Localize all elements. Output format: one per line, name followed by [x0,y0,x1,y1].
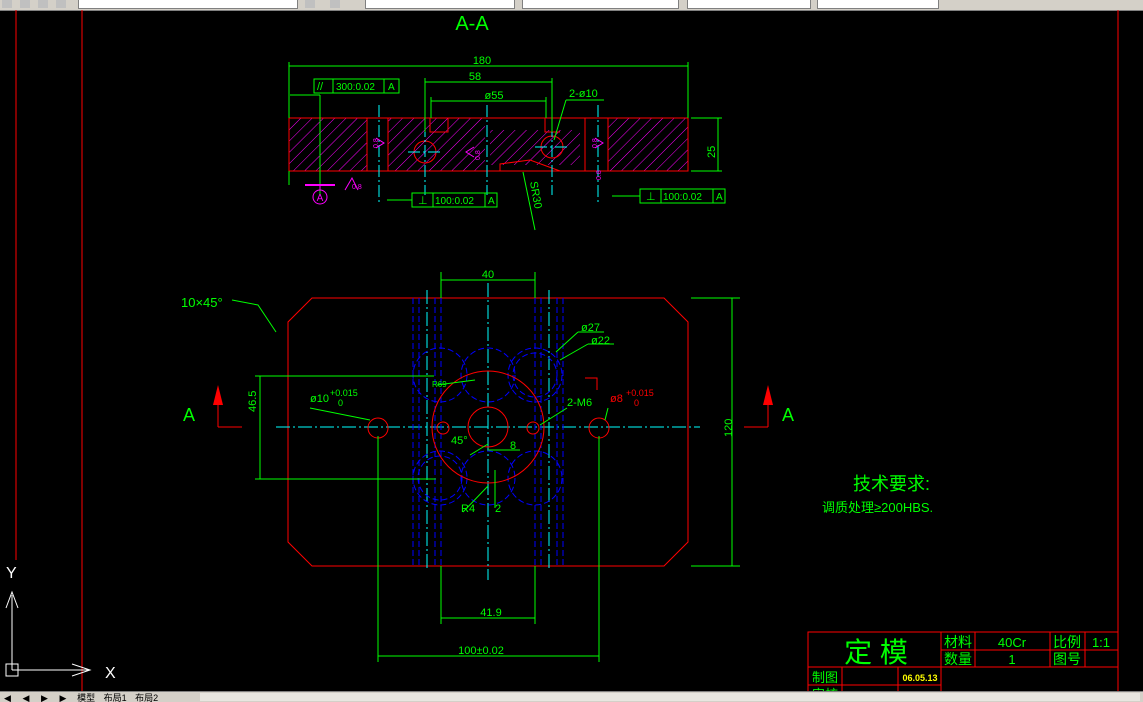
hole-right-label: ø8 [610,393,623,405]
r4-label: R4 [461,503,475,515]
rough-2: 0.8 [373,138,380,148]
layer-props-icon[interactable] [305,0,315,8]
material-label: 材料 [944,634,972,650]
dim-8: 8 [510,440,516,452]
rough-3: 0.8 [475,150,482,160]
dim-40: 40 [482,269,494,281]
dim-d27: ø27 [581,322,600,334]
hole-left-tol-up: +0.015 [330,388,358,398]
hole-right-tol-up: +0.015 [626,388,654,398]
rough-1: 0.8 [352,184,362,191]
hole-right-tol-low: 0 [634,398,639,408]
color-dropdown[interactable] [365,0,515,9]
dim-58: 58 [469,71,481,83]
section-left-label: A [183,405,195,425]
hole-left-label: ø10 [310,393,329,405]
ucs-y-label: Y [6,565,17,582]
chamfer-label: 10×45° [181,295,223,310]
dim-100: 100±0.02 [458,645,504,657]
dim-2-d10: 2-ø10 [569,88,598,100]
drawn-label: 制图 [812,670,838,685]
tol-perp-right-value: 100:0.02 [663,192,702,203]
dim-41-9: 41.9 [480,607,501,619]
tech-req-body: 调质处理≥200HBS. [822,500,933,515]
ucs-x-label: X [105,665,116,682]
scale-label: 比例 [1053,634,1081,650]
tol-perp-right-frame: ⊥ 100:0.02 A [639,188,726,204]
tol-perp-left-symbol: ⊥ [418,195,428,207]
tol-perp-left-frame: ⊥ 100:0.02 A [411,192,498,208]
section-hatch-left [289,118,367,171]
scale-value: 1:1 [1092,635,1110,650]
hole-left-tol-low: 0 [338,398,343,408]
tol-perp-left-value: 100:0.02 [435,196,474,207]
qty-label: 数量 [944,651,972,667]
layer-dropdown[interactable] [78,0,298,9]
dim-25: 25 [706,146,718,158]
layout-tabs: ◀ ◀ ▶ ▶ 模型 布局1 布局2 [0,691,1143,702]
tol-parallel-frame: // 300:0.02 A [313,78,400,94]
plan-dimensions [231,272,740,662]
thread-hole-left [436,421,450,435]
hole-right-d8 [588,417,610,439]
section-hatch-mid [388,118,485,171]
drawn-date: 06.05.13 [902,673,937,683]
hidden-bore-tl [412,347,468,403]
toolbar-icon[interactable] [38,0,48,8]
toolbar-icon[interactable] [2,0,12,8]
rough-5: 0.8 [596,170,603,180]
lineweight-dropdown[interactable] [687,0,811,9]
dim-2: 2 [495,503,501,515]
rough-4: 0.8 [592,138,599,148]
drawing-frame [15,10,1119,691]
hidden-bore-bl [412,450,468,506]
section-title: A-A [455,13,489,35]
tol-perp-right-datum: A [716,192,723,203]
material-value: 40Cr [998,635,1027,650]
tab-nav-next-icon[interactable]: ▶ [38,693,52,702]
thread-hole-right [526,421,540,435]
drawing-canvas[interactable]: A-A 180 58 ø55 2-ø10 25 SR30 // 300:0.02… [0,10,1143,691]
datum-symbol: A [305,184,335,205]
toolbar-icon[interactable] [20,0,30,8]
tol-parallel-datum: A [388,82,395,93]
dim-d22: ø22 [591,335,610,347]
tol-perp-right-symbol: ⊥ [646,191,656,203]
ucs-icon [5,590,92,677]
tab-nav-last-icon[interactable]: ▶ [57,693,71,702]
tol-parallel-symbol: // [317,81,324,93]
r69-label: R69 [432,380,447,389]
horizontal-scrollbar[interactable] [200,693,1140,701]
thread-label: 2-M6 [567,397,592,409]
layer-state-icon[interactable] [330,0,340,8]
tol-parallel-value: 300:0.02 [336,82,375,93]
tech-req-title: 技术要求: [853,474,930,494]
section-right-label: A [782,405,794,425]
dim-120: 120 [723,419,735,437]
dim-d55: ø55 [485,90,504,102]
dim-46-5: 46.5 [247,391,259,412]
hole-left-d10 [367,417,389,439]
section-view [288,105,689,205]
section-arrow-right: A [744,385,794,428]
drawing-no-label: 图号 [1053,651,1081,667]
datum-label: A [317,193,324,204]
linetype-dropdown[interactable] [522,0,679,9]
tab-nav-first-icon[interactable]: ◀ [1,693,15,702]
angle-label: 45° [451,435,468,447]
section-hatch-right [608,118,688,171]
toolbar-icon[interactable] [56,0,66,8]
plan-view [276,283,700,580]
dim-180: 180 [473,55,491,67]
section-arrow-left: A [183,385,242,428]
qty-value: 1 [1008,652,1015,667]
tol-perp-left-datum: A [488,196,495,207]
tab-nav-prev-icon[interactable]: ◀ [20,693,34,702]
plotstyle-dropdown[interactable] [817,0,939,9]
part-name: 定 模 [844,637,908,668]
